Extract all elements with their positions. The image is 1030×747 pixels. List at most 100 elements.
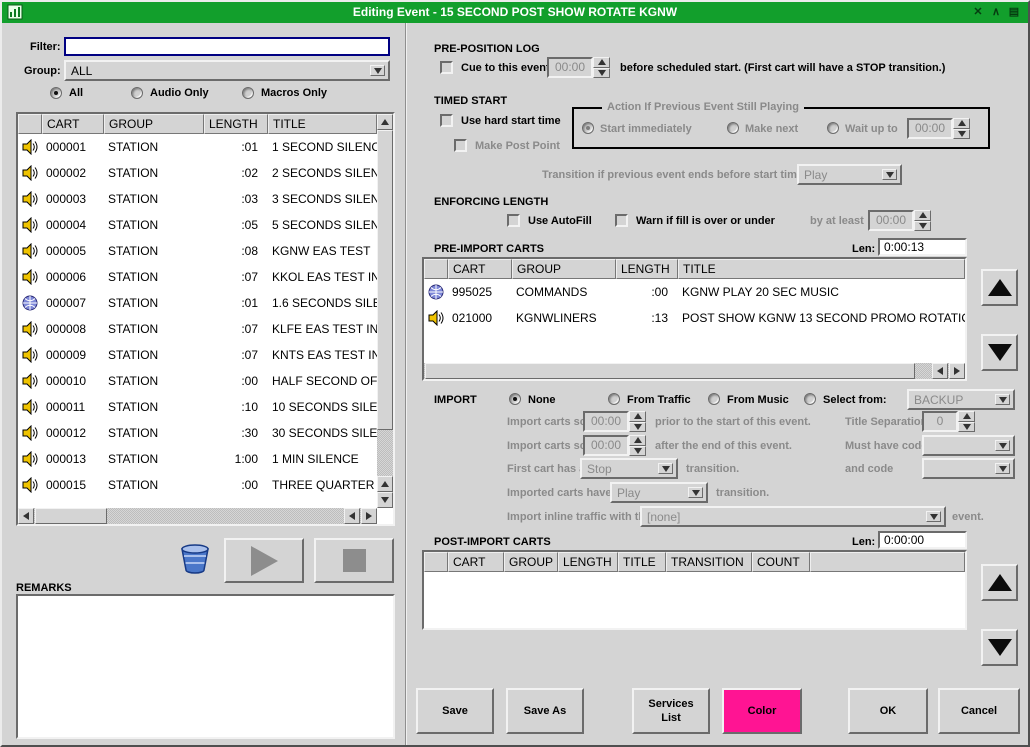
- scroll-up2-icon[interactable]: [377, 476, 393, 492]
- horizontal-scroll-thumb[interactable]: [425, 363, 915, 379]
- inline-traffic-desc: event.: [952, 511, 984, 523]
- remarks-textarea[interactable]: [16, 594, 395, 739]
- cart-column-header[interactable]: CART: [42, 114, 104, 134]
- vertical-scroll-thumb[interactable]: [377, 130, 393, 430]
- pre-import-table: CART GROUP LENGTH TITLE 995025 COMMANDS …: [422, 257, 967, 381]
- import-none-radio[interactable]: [509, 393, 521, 405]
- up-arrow-icon: [988, 279, 1012, 296]
- table-row[interactable]: 000010 STATION :00 HALF SECOND OF: [18, 368, 377, 394]
- pre-import-move-down-button[interactable]: [981, 334, 1018, 371]
- pre-import-move-up-button[interactable]: [981, 269, 1018, 306]
- table-row[interactable]: 000006 STATION :07 KKOL EAS TEST IN: [18, 264, 377, 290]
- sched-prior-value: 00:00: [583, 411, 629, 432]
- cart-column-header[interactable]: CART: [448, 259, 512, 279]
- cart-bin-icon[interactable]: [177, 542, 213, 579]
- length-column-header[interactable]: LENGTH: [558, 552, 618, 572]
- audio-cart-icon: [22, 321, 38, 337]
- post-import-move-down-button[interactable]: [981, 629, 1018, 666]
- length-column-header[interactable]: LENGTH: [616, 259, 678, 279]
- cue-to-event-checkbox[interactable]: [440, 61, 453, 74]
- title-column-header[interactable]: TITLE: [618, 552, 666, 572]
- cart-column-header[interactable]: CART: [448, 552, 504, 572]
- wait-up-to-label: Wait up to: [845, 123, 898, 135]
- table-row[interactable]: 000002 STATION :02 2 SECONDS SILENCE: [18, 160, 377, 186]
- count-column-header[interactable]: COUNT: [752, 552, 810, 572]
- make-post-point-label: Make Post Point: [475, 140, 560, 152]
- save-as-button[interactable]: Save As: [506, 688, 584, 734]
- table-row[interactable]: 000011 STATION :10 10 SECONDS SILENCE: [18, 394, 377, 420]
- spinner-arrows-icon: [958, 411, 975, 432]
- autofill-checkbox[interactable]: [507, 214, 520, 227]
- titlebar[interactable]: Editing Event - 15 SECOND POST SHOW ROTA…: [2, 2, 1028, 23]
- import-music-radio[interactable]: [708, 393, 720, 405]
- library-vertical-scrollbar[interactable]: [377, 114, 393, 508]
- table-row[interactable]: 000013 STATION 1:00 1 MIN SILENCE: [18, 446, 377, 472]
- pre-import-table-header: CART GROUP LENGTH TITLE: [424, 259, 965, 279]
- group-cell: COMMANDS: [512, 285, 616, 299]
- table-row[interactable]: 995025 COMMANDS :00 KGNW PLAY 20 SEC MUS…: [424, 279, 965, 305]
- table-row[interactable]: 000009 STATION :07 KNTS EAS TEST IN: [18, 342, 377, 368]
- enforcing-length-section-label: ENFORCING LENGTH: [434, 196, 548, 208]
- scroll-left2-icon[interactable]: [344, 508, 360, 524]
- length-column-header[interactable]: LENGTH: [204, 114, 268, 134]
- table-row[interactable]: 000001 STATION :01 1 SECOND SILENCE: [18, 134, 377, 160]
- horizontal-scroll-thumb[interactable]: [35, 508, 107, 524]
- group-column-header[interactable]: GROUP: [104, 114, 204, 134]
- table-row[interactable]: 021000 KGNWLINERS :13 POST SHOW KGNW 13 …: [424, 305, 965, 331]
- icon-column-header[interactable]: [424, 552, 448, 572]
- stop-button[interactable]: [314, 538, 394, 583]
- library-table-header: CART GROUP LENGTH TITLE: [18, 114, 377, 134]
- table-row[interactable]: 000005 STATION :08 KGNW EAS TEST: [18, 238, 377, 264]
- radio-macros-only[interactable]: [242, 87, 254, 99]
- color-button[interactable]: Color: [722, 688, 802, 734]
- icon-column-header[interactable]: [424, 259, 448, 279]
- radio-all[interactable]: [50, 87, 62, 99]
- table-row[interactable]: 000012 STATION :30 30 SECONDS SILENCE: [18, 420, 377, 446]
- group-cell: STATION: [104, 270, 204, 284]
- import-traffic-radio[interactable]: [608, 393, 620, 405]
- scroll-left-icon[interactable]: [18, 508, 34, 524]
- import-select-from-radio[interactable]: [804, 393, 816, 405]
- title-column-header[interactable]: TITLE: [268, 114, 377, 134]
- table-row[interactable]: 000008 STATION :07 KLFE EAS TEST IN: [18, 316, 377, 342]
- table-row[interactable]: 000003 STATION :03 3 SECONDS SILENCE: [18, 186, 377, 212]
- services-list-button[interactable]: Services List: [632, 688, 710, 734]
- cancel-button[interactable]: Cancel: [938, 688, 1020, 734]
- ok-button[interactable]: OK: [848, 688, 928, 734]
- scroll-down-icon[interactable]: [377, 492, 393, 508]
- length-cell: :13: [616, 311, 678, 325]
- title-column-header[interactable]: TITLE: [678, 259, 965, 279]
- pre-import-horizontal-scrollbar[interactable]: [424, 363, 965, 379]
- imported-carts-label: Imported carts have a: [507, 487, 621, 499]
- hard-start-checkbox[interactable]: [440, 114, 453, 127]
- cue-time-spinbox: 00:00: [547, 57, 610, 78]
- group-select[interactable]: ALL: [64, 60, 390, 81]
- scroll-left-icon[interactable]: [932, 363, 948, 379]
- post-import-len-value[interactable]: 0:00:00: [878, 531, 967, 549]
- group-column-header[interactable]: GROUP: [512, 259, 616, 279]
- pre-import-len-value[interactable]: 0:00:13: [878, 238, 967, 256]
- warn-fill-checkbox[interactable]: [615, 214, 628, 227]
- close-icon[interactable]: ✕: [970, 4, 986, 20]
- length-cell: :07: [204, 322, 268, 336]
- transition-column-header[interactable]: TRANSITION: [666, 552, 752, 572]
- save-button[interactable]: Save: [416, 688, 494, 734]
- radio-audio-only[interactable]: [131, 87, 143, 99]
- scroll-right-icon[interactable]: [949, 363, 965, 379]
- icon-column-header[interactable]: [18, 114, 42, 134]
- table-row[interactable]: 000015 STATION :00 THREE QUARTER: [18, 472, 377, 498]
- audio-cart-icon: [22, 217, 38, 233]
- window-menu-icon[interactable]: ▤: [1006, 4, 1022, 20]
- table-row[interactable]: 000004 STATION :05 5 SECONDS SILENCE: [18, 212, 377, 238]
- shade-icon[interactable]: ∧: [988, 4, 1004, 20]
- group-column-header[interactable]: GROUP: [504, 552, 558, 572]
- by-at-least-spinbox: 00:00: [868, 210, 931, 231]
- timed-start-section-label: TIMED START: [434, 95, 507, 107]
- library-horizontal-scrollbar[interactable]: [18, 508, 377, 524]
- scroll-up-icon[interactable]: [377, 114, 393, 130]
- table-row[interactable]: 000007 STATION :01 1.6 SECONDS SILENCE: [18, 290, 377, 316]
- play-button[interactable]: [224, 538, 304, 583]
- filter-input[interactable]: [64, 37, 390, 56]
- post-import-move-up-button[interactable]: [981, 564, 1018, 601]
- scroll-right-icon[interactable]: [361, 508, 377, 524]
